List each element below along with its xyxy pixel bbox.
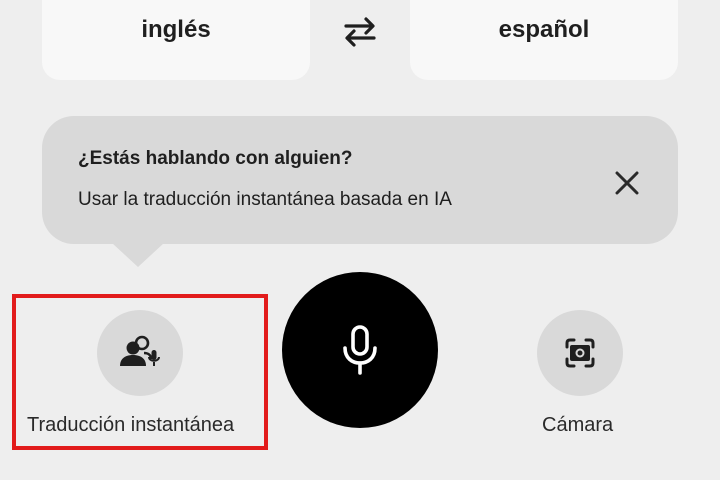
source-language-label: inglés	[141, 16, 211, 43]
swap-languages-button[interactable]	[336, 10, 384, 54]
close-icon	[615, 171, 639, 195]
tooltip-body: Usar la traducción instantánea basada en…	[78, 189, 452, 210]
target-language-label: español	[498, 16, 590, 43]
instant-translation-label: Traducción instantánea	[27, 414, 235, 436]
camera-button[interactable]	[537, 310, 623, 396]
camera-lens-icon	[565, 338, 595, 368]
people-mic-icon	[120, 335, 160, 366]
camera-label: Cámara	[542, 414, 614, 436]
microphone-button[interactable]	[282, 272, 438, 428]
swap-arrows-icon	[344, 17, 376, 47]
tooltip-pointer	[112, 243, 164, 267]
source-language-button[interactable]: inglés	[42, 0, 310, 80]
translate-screen: inglés español ¿Estás hablando con algui…	[0, 0, 720, 480]
instant-translation-button[interactable]	[97, 310, 183, 396]
target-language-button[interactable]: español	[410, 0, 678, 80]
tooltip-close-button[interactable]	[606, 162, 648, 204]
tooltip-title: ¿Estás hablando con alguien?	[78, 148, 353, 169]
microphone-icon	[343, 325, 377, 375]
instant-translation-tooltip[interactable]: ¿Estás hablando con alguien? Usar la tra…	[42, 116, 678, 244]
